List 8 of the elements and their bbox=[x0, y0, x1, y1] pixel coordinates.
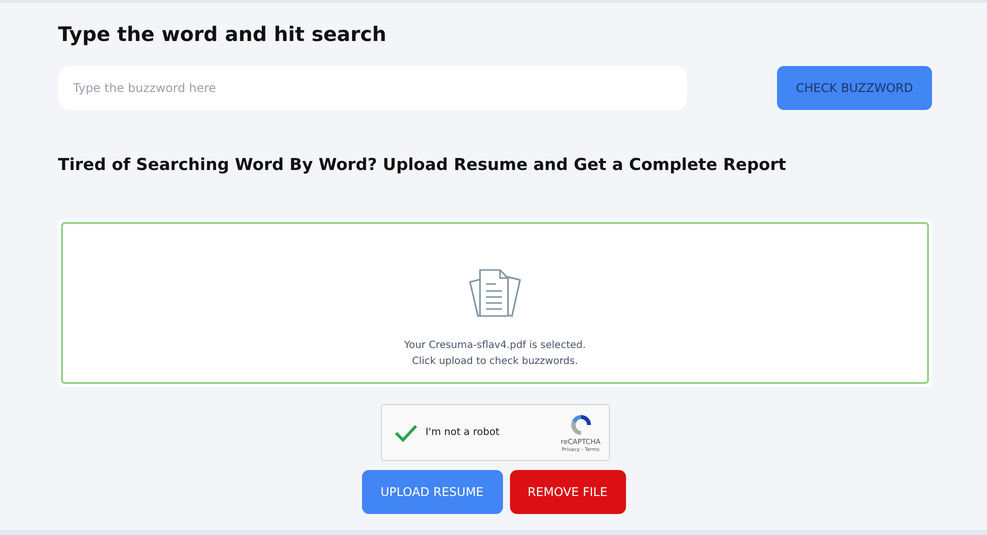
upload-resume-button[interactable]: UPLOAD RESUME bbox=[362, 470, 502, 514]
upload-heading: Tired of Searching Word By Word? Upload Resume and Get a Complete Report bbox=[58, 154, 788, 176]
remove-file-button[interactable]: REMOVE FILE bbox=[510, 470, 626, 514]
file-drop-zone[interactable]: Your Cresuma-sflav4.pdf is selected. Click upload to check buzzwords. bbox=[61, 222, 929, 384]
file-selected-message: Your Cresuma-sflav4.pdf is selected. Click upload to check buzzwords. bbox=[404, 339, 586, 369]
buzzword-input-field[interactable]: Type the buzzword here bbox=[58, 66, 687, 110]
captcha-label: I'm not a robot bbox=[426, 427, 500, 438]
search-heading: Type the word and hit search bbox=[58, 21, 388, 47]
